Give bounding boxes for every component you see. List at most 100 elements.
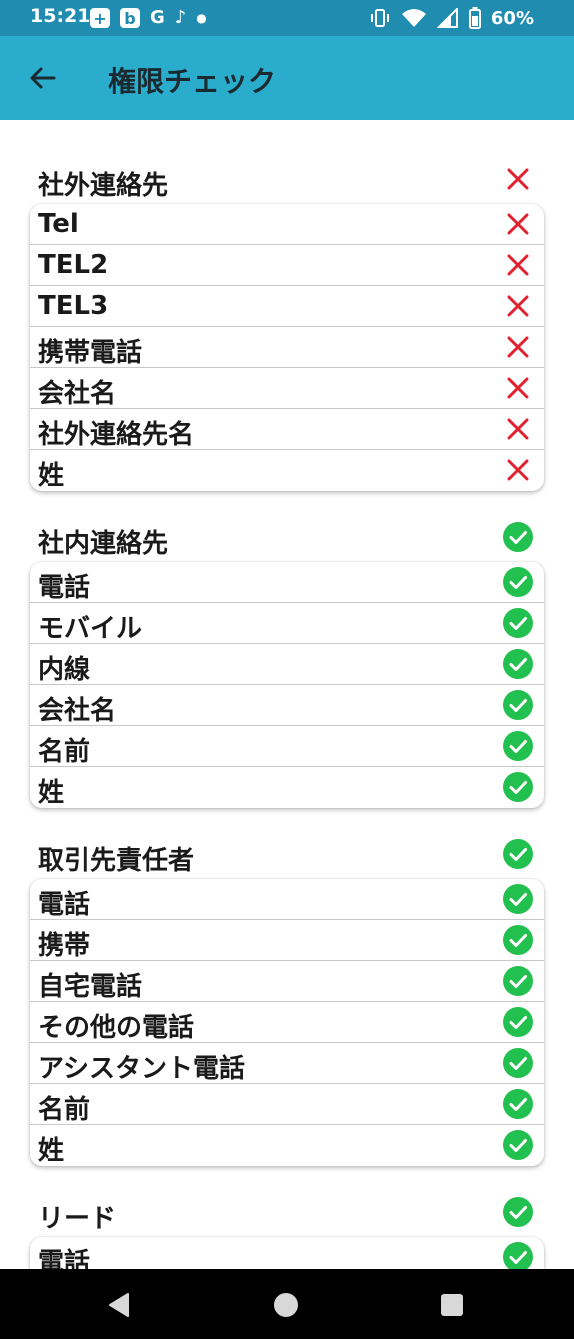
field-label: 名前 xyxy=(38,1095,91,1125)
back-button[interactable] xyxy=(22,58,62,98)
dot-icon: ● xyxy=(196,11,207,25)
cross-icon xyxy=(507,254,529,276)
field-row: TEL3 xyxy=(30,286,544,327)
cross-icon xyxy=(507,459,529,481)
field-card: 電話 モバイル 内線 会社名 名前 姓 xyxy=(30,562,544,808)
section-header: 取引先責任者 xyxy=(0,835,574,877)
status-time: 15:21 xyxy=(30,5,91,27)
field-label: TEL2 xyxy=(38,250,109,280)
plus-box-icon: + xyxy=(90,8,110,28)
check-circle-icon xyxy=(503,884,533,914)
check-circle-icon xyxy=(503,966,533,996)
cross-icon xyxy=(507,377,529,399)
notification-icons: + b G ♪ ● xyxy=(90,6,207,30)
field-row: 名前 xyxy=(30,1084,544,1125)
cross-icon xyxy=(507,295,529,317)
check-circle-icon xyxy=(503,690,533,720)
field-label: 姓 xyxy=(38,778,65,808)
check-circle-icon xyxy=(503,772,533,802)
section-title: 社内連絡先 xyxy=(38,529,169,559)
field-row: Tel xyxy=(30,204,544,245)
field-label: TEL3 xyxy=(38,291,109,321)
signal-icon xyxy=(436,8,458,28)
vibrate-icon xyxy=(370,9,389,27)
check-circle-icon xyxy=(503,1089,533,1119)
section-header: 社内連絡先 xyxy=(0,518,574,560)
field-row: 電話 xyxy=(30,879,544,920)
field-row: モバイル xyxy=(30,603,544,644)
back-triangle-icon[interactable] xyxy=(106,1291,134,1319)
section-title: 社外連絡先 xyxy=(38,171,169,201)
cross-icon xyxy=(507,418,529,440)
cross-icon xyxy=(507,168,529,190)
page-title: 権限チェック xyxy=(108,65,277,98)
section-contact-persons: 取引先責任者 電話 携帯 自宅電話 その他の電話 アシスタント電話 名前 姓 xyxy=(0,835,574,1166)
arrow-left-icon xyxy=(30,67,56,89)
check-circle-icon xyxy=(503,522,533,552)
field-row: 姓 xyxy=(30,450,544,491)
field-row: 電話 xyxy=(30,1237,544,1269)
section-title: リード xyxy=(38,1204,117,1234)
check-circle-icon xyxy=(503,1007,533,1037)
check-circle-icon xyxy=(503,1242,533,1269)
field-row: 自宅電話 xyxy=(30,961,544,1002)
check-circle-icon xyxy=(503,731,533,761)
wifi-icon xyxy=(401,9,426,27)
section-header: リード xyxy=(0,1193,574,1235)
check-circle-icon xyxy=(503,839,533,869)
system-icons: 60% xyxy=(369,4,534,32)
field-label: アシスタント電話 xyxy=(38,1054,245,1084)
cross-icon xyxy=(507,213,529,235)
field-label: 姓 xyxy=(38,1136,65,1166)
field-row: 携帯 xyxy=(30,920,544,961)
field-label: モバイル xyxy=(38,614,143,644)
field-label: 電話 xyxy=(38,573,91,603)
field-row: 会社名 xyxy=(30,368,544,409)
field-label: 会社名 xyxy=(38,379,117,409)
field-row: 内線 xyxy=(30,644,544,685)
field-label: 携帯電話 xyxy=(38,338,143,368)
field-row: その他の電話 xyxy=(30,1002,544,1043)
recents-square-icon[interactable] xyxy=(438,1291,466,1319)
field-card: 電話 xyxy=(30,1237,544,1269)
section-leads: リード 電話 xyxy=(0,1193,574,1269)
section-title: 取引先責任者 xyxy=(38,846,195,876)
b-app-icon: b xyxy=(120,8,140,28)
field-label: 内線 xyxy=(38,655,91,685)
field-label: 携帯 xyxy=(38,931,91,961)
field-label: 自宅電話 xyxy=(38,972,143,1002)
app-bar: 権限チェック xyxy=(0,36,574,120)
check-circle-icon xyxy=(503,1048,533,1078)
home-circle-icon[interactable] xyxy=(272,1291,300,1319)
field-label: 電話 xyxy=(38,890,91,920)
check-circle-icon xyxy=(503,1197,533,1227)
music-note-icon: ♪ xyxy=(174,7,187,28)
section-internal-contacts: 社内連絡先 電話 モバイル 内線 会社名 名前 姓 xyxy=(0,518,574,808)
google-icon: G xyxy=(150,7,165,28)
field-label: 電話 xyxy=(38,1248,91,1269)
field-row: 携帯電話 xyxy=(30,327,544,368)
section-header: 社外連絡先 xyxy=(0,160,574,202)
field-row: 電話 xyxy=(30,562,544,603)
permission-list[interactable]: 社外連絡先 Tel TEL2 TEL3 携帯電話 会社名 社外連絡先名 姓 社内… xyxy=(0,120,574,1269)
field-label: 名前 xyxy=(38,737,91,767)
field-row: 名前 xyxy=(30,726,544,767)
check-circle-icon xyxy=(503,649,533,679)
field-row: 会社名 xyxy=(30,685,544,726)
field-row: 姓 xyxy=(30,767,544,808)
check-circle-icon xyxy=(503,925,533,955)
field-label: Tel xyxy=(38,209,79,239)
check-circle-icon xyxy=(503,608,533,638)
field-card: 電話 携帯 自宅電話 その他の電話 アシスタント電話 名前 姓 xyxy=(30,879,544,1166)
field-label: 姓 xyxy=(38,461,65,491)
status-bar: 15:21 + b G ♪ ● 60% xyxy=(0,0,574,36)
field-row: TEL2 xyxy=(30,245,544,286)
system-nav-bar xyxy=(0,1269,574,1339)
field-label: その他の電話 xyxy=(38,1013,195,1043)
battery-icon xyxy=(468,7,481,29)
field-row: 姓 xyxy=(30,1125,544,1166)
field-row: 社外連絡先名 xyxy=(30,409,544,450)
section-external-contacts: 社外連絡先 Tel TEL2 TEL3 携帯電話 会社名 社外連絡先名 姓 xyxy=(0,160,574,491)
check-circle-icon xyxy=(503,567,533,597)
cross-icon xyxy=(507,336,529,358)
